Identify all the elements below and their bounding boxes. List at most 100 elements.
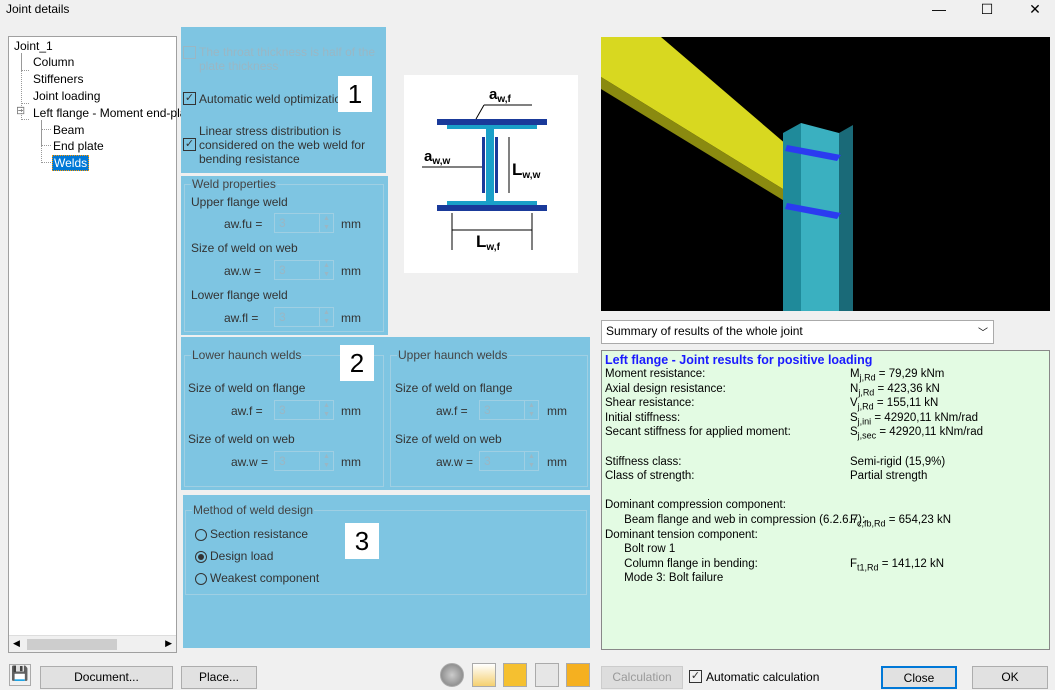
awf-label: aw,f [489, 86, 512, 105]
summary-dropdown-value: Summary of results of the whole joint [606, 324, 803, 338]
result-row [605, 441, 1046, 456]
lower-haunch-title: Lower haunch welds [191, 348, 303, 362]
result-label: Moment resistance: [605, 368, 706, 380]
weld-diagram: aw,f aw,w Lw,w Lw,f [404, 75, 578, 273]
tree-item-left-flange[interactable]: Left flange - Moment end-pla [33, 106, 186, 120]
lower-awf-label: aw.f = [231, 404, 263, 418]
unit-label: mm [341, 311, 361, 325]
lower-aww-stepper[interactable]: 3 ▲ ▼ [274, 451, 334, 471]
result-value: Vj,Rd = 155,11 kN [850, 397, 939, 412]
results-heading: Left flange - Joint results for positive… [605, 353, 873, 367]
upper-awf-stepper[interactable]: 3 ▲ ▼ [479, 400, 539, 420]
collapse-icon[interactable]: ⊟ [16, 104, 25, 117]
summary-dropdown[interactable]: Summary of results of the whole joint ﹀ [601, 320, 994, 344]
callout-2: 2 [340, 345, 374, 381]
weld-properties-panel: Weld properties Upper flange weld aw.fu … [181, 176, 388, 335]
document-button[interactable]: Document... [40, 666, 173, 689]
result-label: Secant stiffness for applied moment: [605, 426, 791, 439]
lower-flange-label: Lower flange weld [191, 288, 288, 302]
method-title: Method of weld design [192, 503, 315, 517]
auto-optimization-checkbox[interactable]: ✓ [183, 92, 196, 106]
haunch-welds-panel: Lower haunch welds Upper haunch welds 2 … [181, 337, 590, 490]
close-window-button[interactable]: ✕ [1012, 0, 1055, 20]
result-row: Secant stiffness for applied moment: Sj,s… [605, 426, 1046, 441]
solid-box-icon[interactable] [503, 663, 527, 687]
unit-label: mm [547, 455, 567, 469]
result-row: Class of strength: Partial strength [605, 470, 1046, 485]
result-row: Dominant compression component: [605, 499, 1046, 514]
tree-item-stiffeners[interactable]: Stiffeners [33, 72, 83, 86]
upper-aww-stepper[interactable]: 3 ▲ ▼ [479, 451, 539, 471]
calculation-button[interactable]: Calculation [601, 666, 683, 689]
lwf-label: Lw,f [476, 232, 501, 253]
lower-aww-label: aw.w = [231, 455, 269, 469]
tree-item-end-plate[interactable]: End plate [53, 139, 104, 153]
tree-horizontal-scrollbar[interactable]: ◀ ▶ [9, 635, 176, 652]
unit-label: mm [341, 404, 361, 418]
result-row: Shear resistance: Vj,Rd = 155,11 kN [605, 397, 1046, 412]
chevron-down-icon: ﹀ [978, 328, 988, 339]
upper-flange-size-label: Size of weld on flange [395, 381, 513, 395]
upper-haunch-title: Upper haunch welds [397, 348, 509, 362]
weld-design-method-panel: Method of weld design 3 Section resistan… [183, 495, 590, 648]
result-value: Nj,Rd = 423,36 kN [850, 382, 940, 397]
result-row: Axial design resistance: Nj,Rd = 423,36 k… [605, 383, 1046, 398]
result-value: Sj,sec = 42920,11 kNm/rad [850, 426, 984, 441]
save-icon[interactable]: 💾 [9, 664, 31, 686]
upper-flange-label: Upper flange weld [191, 195, 288, 209]
result-label: Dominant tension component: [605, 528, 758, 541]
aww-label: aw.w = [224, 264, 262, 278]
weld-options-panel: The throat thickness is half of the plat… [181, 27, 386, 173]
linear-stress-checkbox[interactable]: ✓ [183, 138, 196, 152]
result-label: Mode 3: Bolt failure [605, 572, 724, 585]
unit-label: mm [341, 264, 361, 278]
result-row: Bolt row 1 [605, 543, 1046, 558]
result-value: Fc,fb,Rd = 654,23 kN [850, 513, 952, 529]
result-row: Initial stiffness: Sj,ini = 42920,11 kNm/… [605, 412, 1046, 427]
result-value: Ft1,Rd = 141,12 kN [850, 557, 945, 573]
awfl-label: aw.fl = [224, 311, 259, 325]
wireframe-sphere-icon[interactable] [440, 663, 464, 687]
close-button[interactable]: Close [881, 666, 957, 689]
result-row: Stiffness class: Semi-rigid (15,9%) [605, 456, 1046, 471]
lower-awf-stepper[interactable]: 3 ▲ ▼ [274, 400, 334, 420]
result-label: Bolt row 1 [605, 543, 676, 556]
linear-stress-label: Linear stress distribution is considered… [199, 124, 366, 166]
transparent-box-icon[interactable] [535, 663, 559, 687]
upper-aww-label: aw.w = [436, 455, 474, 469]
result-value: Partial strength [850, 470, 928, 483]
aww-stepper[interactable]: 3 ▲ ▼ [274, 260, 334, 280]
radio-section-resistance[interactable]: Section resistance [195, 527, 308, 541]
throat-checkbox[interactable] [183, 46, 196, 60]
awfu-stepper[interactable]: 3 ▲ ▼ [274, 213, 334, 233]
ok-button[interactable]: OK [972, 666, 1048, 689]
result-row: Mode 3: Bolt failure [605, 572, 1046, 587]
tree-item-joint[interactable]: Joint_1 [14, 39, 53, 53]
result-label: Axial design resistance: [605, 382, 726, 395]
radio-design-load[interactable]: Design load [195, 549, 273, 563]
auto-calc-checkbox[interactable]: ✓ [689, 669, 702, 684]
tree-item-beam[interactable]: Beam [53, 123, 84, 137]
awfl-stepper[interactable]: 3 ▲ ▼ [274, 307, 334, 327]
result-row: Dominant tension component: [605, 529, 1046, 544]
lower-flange-size-label: Size of weld on flange [188, 381, 306, 395]
callout-3: 3 [345, 523, 379, 559]
unit-label: mm [341, 217, 361, 231]
result-row: Column flange in bending: Ft1,Rd = 141,12… [605, 558, 1046, 573]
tree-item-welds[interactable]: Welds [52, 155, 90, 171]
aww-label: aw,w [424, 148, 451, 167]
radio-weakest-component[interactable]: Weakest component [195, 571, 319, 585]
unit-label: mm [341, 455, 361, 469]
minimize-button[interactable]: — [916, 0, 962, 20]
place-button[interactable]: Place... [181, 666, 257, 689]
joint-tree[interactable]: Joint_1 Column Stiffeners Joint loading … [8, 36, 186, 653]
maximize-button[interactable]: ☐ [964, 0, 1010, 20]
upper-web-size-label: Size of weld on web [395, 432, 502, 446]
3d-view[interactable] [601, 37, 1050, 311]
awfu-label: aw.fu = [224, 217, 263, 231]
shaded-box-icon[interactable] [566, 663, 590, 687]
tree-item-column[interactable]: Column [33, 55, 74, 69]
wireframe-box-icon[interactable] [472, 663, 496, 687]
tree-item-joint-loading[interactable]: Joint loading [33, 89, 100, 103]
result-row: Beam flange and web in compression (6.2.… [605, 514, 1046, 529]
